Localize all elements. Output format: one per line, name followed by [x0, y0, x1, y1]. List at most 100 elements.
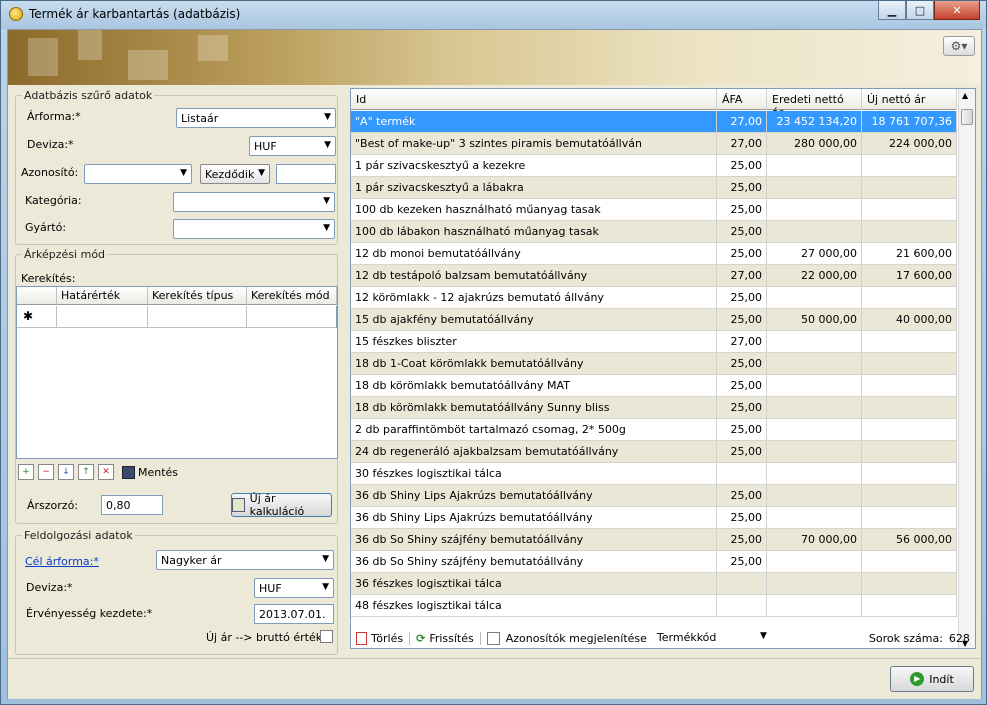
- table-cell[interactable]: 25,00: [717, 529, 767, 551]
- table-cell[interactable]: 25,00: [717, 397, 767, 419]
- new-row-cell[interactable]: [148, 306, 247, 328]
- column-header-eredeti[interactable]: Eredeti nettó ár: [767, 89, 862, 119]
- table-cell[interactable]: 1 pár szivacskesztyű a kezekre: [351, 155, 717, 177]
- table-row[interactable]: 12 db monoi bemutatóállvány 25,00 27 000,0…: [351, 243, 957, 265]
- grid-header-kerekites-tipus[interactable]: Kerekítés típus: [148, 287, 247, 305]
- table-cell[interactable]: [862, 595, 957, 617]
- table-cell[interactable]: 25,00: [717, 375, 767, 397]
- remove-row-icon[interactable]: −: [38, 464, 54, 480]
- new-row-cell[interactable]: [57, 306, 148, 328]
- rounding-grid[interactable]: Határérték Kerekítés típus Kerekítés mód…: [16, 286, 338, 459]
- table-row[interactable]: 100 db kezeken használható műanyag tasak…: [351, 199, 957, 221]
- table-cell[interactable]: 48 fészkes logisztikai tálca: [351, 595, 717, 617]
- table-row[interactable]: 36 db So Shiny szájfény bemutatóállvány 2…: [351, 529, 957, 551]
- table-cell[interactable]: 36 db So Shiny szájfény bemutatóállvány: [351, 551, 717, 573]
- table-cell[interactable]: 40 000,00: [862, 309, 957, 331]
- kategoria-select[interactable]: ▼: [173, 192, 335, 212]
- azonosito-text-input[interactable]: [276, 164, 336, 184]
- deviza-select[interactable]: HUF ▼: [249, 136, 336, 156]
- table-cell[interactable]: [767, 551, 862, 573]
- table-cell[interactable]: 18 761 707,36: [862, 111, 957, 133]
- minimize-button[interactable]: ▁: [878, 1, 906, 20]
- grid-header-kerekites-mod[interactable]: Kerekítés mód: [247, 287, 337, 305]
- table-cell[interactable]: [767, 375, 862, 397]
- table-cell[interactable]: 23 452 134,20: [767, 111, 862, 133]
- add-row-icon[interactable]: +: [18, 464, 34, 480]
- table-cell[interactable]: 27,00: [717, 265, 767, 287]
- table-cell[interactable]: [767, 353, 862, 375]
- table-cell[interactable]: 56 000,00: [862, 529, 957, 551]
- table-cell[interactable]: 25,00: [717, 353, 767, 375]
- table-cell[interactable]: 27,00: [717, 133, 767, 155]
- table-cell[interactable]: 24 db regeneráló ajakbalzsam bemutatóáll…: [351, 441, 717, 463]
- table-cell[interactable]: [862, 485, 957, 507]
- product-table[interactable]: Id ÁFA Eredeti nettó ár Új nettó ár "A" …: [350, 88, 976, 649]
- table-cell[interactable]: [767, 221, 862, 243]
- table-cell[interactable]: [767, 397, 862, 419]
- table-row[interactable]: 1 pár szivacskesztyű a kezekre 25,00: [351, 155, 957, 177]
- table-cell[interactable]: "Best of make-up" 3 szintes piramis bemu…: [351, 133, 717, 155]
- id-mode-select[interactable]: Termékkód ▼: [652, 628, 771, 648]
- table-cell[interactable]: 25,00: [717, 177, 767, 199]
- move-down-icon[interactable]: ↓: [58, 464, 74, 480]
- ervenyesseg-input[interactable]: 2013.07.01.: [254, 604, 334, 624]
- table-row[interactable]: 36 db Shiny Lips Ajakrúzs bemutatóállván…: [351, 507, 957, 529]
- start-button[interactable]: ▶ Indít: [890, 666, 974, 692]
- table-row[interactable]: 24 db regeneráló ajakbalzsam bemutatóáll…: [351, 441, 957, 463]
- table-cell[interactable]: [862, 463, 957, 485]
- table-cell[interactable]: [767, 155, 862, 177]
- maximize-button[interactable]: □: [906, 1, 934, 20]
- new-price-calc-button[interactable]: Új ár kalkuláció: [231, 492, 332, 518]
- table-cell[interactable]: [862, 199, 957, 221]
- table-cell[interactable]: 18 db 1-Coat körömlakk bemutatóállvány: [351, 353, 717, 375]
- column-header-id[interactable]: Id: [351, 89, 717, 110]
- table-row[interactable]: 18 db körömlakk bemutatóállvány MAT 25,00: [351, 375, 957, 397]
- table-cell[interactable]: 25,00: [717, 441, 767, 463]
- table-cell[interactable]: 12 körömlakk - 12 ajakrúzs bemutató állv…: [351, 287, 717, 309]
- scroll-up-icon[interactable]: ▲: [962, 91, 968, 100]
- table-cell[interactable]: [862, 221, 957, 243]
- table-cell[interactable]: 18 db körömlakk bemutatóállvány Sunny bl…: [351, 397, 717, 419]
- table-row[interactable]: 36 db So Shiny szájfény bemutatóállvány 2…: [351, 551, 957, 573]
- table-cell[interactable]: 25,00: [717, 243, 767, 265]
- delete-button[interactable]: Törlés: [356, 631, 411, 645]
- table-cell[interactable]: 25,00: [717, 507, 767, 529]
- table-cell[interactable]: [862, 331, 957, 353]
- table-cell[interactable]: 27 000,00: [767, 243, 862, 265]
- table-cell[interactable]: 25,00: [717, 199, 767, 221]
- table-cell[interactable]: [862, 441, 957, 463]
- refresh-button[interactable]: ⟳ Frissítés: [416, 631, 481, 645]
- proc-deviza-select[interactable]: HUF ▼: [254, 578, 334, 598]
- table-cell[interactable]: 25,00: [717, 309, 767, 331]
- table-cell[interactable]: 25,00: [717, 221, 767, 243]
- table-cell[interactable]: 280 000,00: [767, 133, 862, 155]
- table-row[interactable]: 2 db paraffintömböt tartalmazó csomag, 2…: [351, 419, 957, 441]
- table-row[interactable]: 18 db 1-Coat körömlakk bemutatóállvány 25…: [351, 353, 957, 375]
- table-cell[interactable]: [767, 331, 862, 353]
- table-cell[interactable]: 18 db körömlakk bemutatóállvány MAT: [351, 375, 717, 397]
- table-cell[interactable]: [862, 419, 957, 441]
- arforma-select[interactable]: Listaár ▼: [176, 108, 336, 128]
- table-cell[interactable]: 36 db Shiny Lips Ajakrúzs bemutatóállván…: [351, 507, 717, 529]
- table-row[interactable]: "A" termék 27,00 23 452 134,20 18 761 707,3…: [351, 111, 957, 133]
- table-row[interactable]: 36 fészkes logisztikai tálca: [351, 573, 957, 595]
- table-cell[interactable]: [862, 397, 957, 419]
- azonosito-mode-select[interactable]: Kezdődik ▼: [200, 164, 270, 184]
- table-cell[interactable]: [862, 375, 957, 397]
- table-cell[interactable]: 100 db kezeken használható műanyag tasak: [351, 199, 717, 221]
- table-row[interactable]: 48 fészkes logisztikai tálca: [351, 595, 957, 617]
- brutto-checkbox[interactable]: [320, 630, 333, 643]
- table-row[interactable]: 36 db Shiny Lips Ajakrúzs bemutatóállván…: [351, 485, 957, 507]
- table-cell[interactable]: 22 000,00: [767, 265, 862, 287]
- clear-icon[interactable]: ✕: [98, 464, 114, 480]
- table-cell[interactable]: [767, 199, 862, 221]
- column-header-uj[interactable]: Új nettó ár: [862, 89, 957, 110]
- table-cell[interactable]: 36 fészkes logisztikai tálca: [351, 573, 717, 595]
- new-row-cell[interactable]: [247, 306, 337, 328]
- table-cell[interactable]: 15 fészkes bliszter: [351, 331, 717, 353]
- table-row[interactable]: 1 pár szivacskesztyű a lábakra 25,00: [351, 177, 957, 199]
- table-cell[interactable]: [767, 507, 862, 529]
- table-cell[interactable]: 12 db testápoló balzsam bemutatóállvány: [351, 265, 717, 287]
- table-cell[interactable]: 15 db ajakfény bemutatóállvány: [351, 309, 717, 331]
- table-cell[interactable]: 50 000,00: [767, 309, 862, 331]
